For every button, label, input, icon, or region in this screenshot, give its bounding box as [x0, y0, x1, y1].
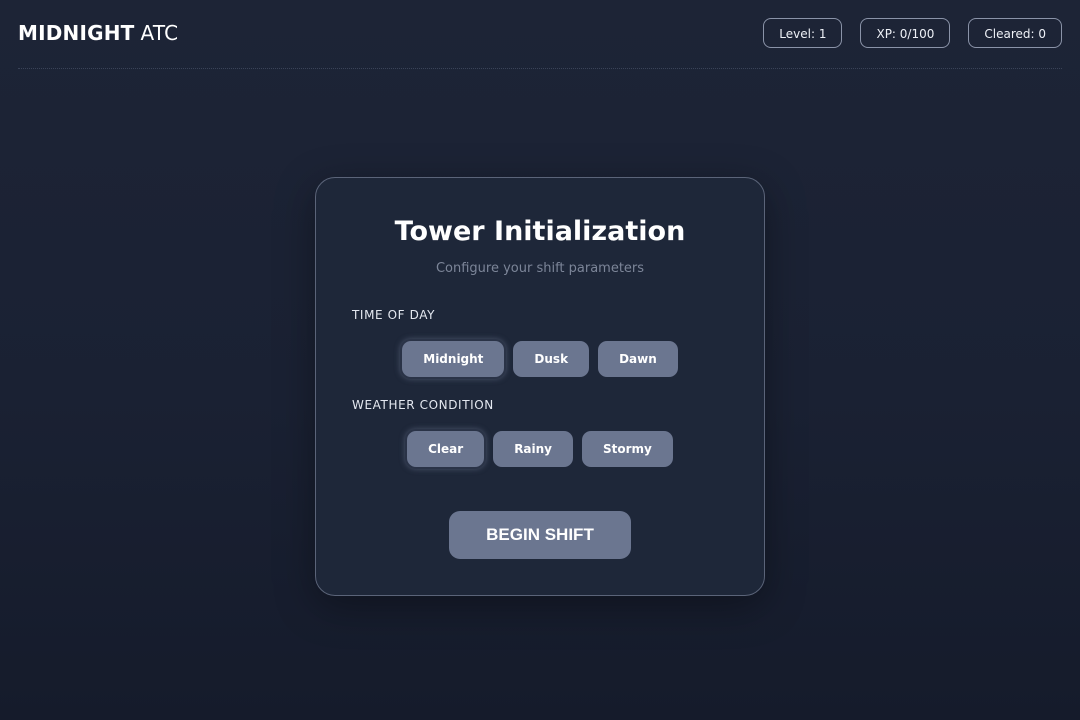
header-divider	[18, 68, 1062, 69]
time-option-dusk[interactable]: Dusk	[513, 341, 590, 377]
begin-shift-button[interactable]: BEGIN SHIFT	[449, 511, 631, 559]
time-of-day-label: TIME OF DAY	[352, 308, 436, 322]
time-option-midnight[interactable]: Midnight	[402, 341, 505, 377]
init-panel: Tower Initialization Configure your shif…	[315, 177, 765, 596]
time-option-dawn[interactable]: Dawn	[598, 341, 678, 377]
app-logo: MIDNIGHT ATC	[18, 21, 178, 45]
brand-bold: MIDNIGHT	[18, 21, 135, 45]
panel-subtitle: Configure your shift parameters	[435, 261, 645, 276]
weather-options: Clear Rainy Stormy	[316, 431, 764, 467]
brand-light: ATC	[140, 21, 179, 45]
weather-option-clear[interactable]: Clear	[407, 431, 485, 467]
stats-bar: Level: 1 XP: 0/100 Cleared: 0	[763, 18, 1062, 48]
level-badge: Level: 1	[763, 18, 843, 48]
weather-option-stormy[interactable]: Stormy	[582, 431, 673, 467]
cleared-badge: Cleared: 0	[968, 18, 1062, 48]
time-of-day-options: Midnight Dusk Dawn	[316, 341, 764, 377]
top-bar: MIDNIGHT ATC Level: 1 XP: 0/100 Cleared: …	[0, 0, 1080, 70]
weather-label: WEATHER CONDITION	[352, 398, 494, 412]
xp-badge: XP: 0/100	[860, 18, 951, 48]
weather-option-rainy[interactable]: Rainy	[493, 431, 574, 467]
panel-title: Tower Initialization	[394, 216, 686, 247]
